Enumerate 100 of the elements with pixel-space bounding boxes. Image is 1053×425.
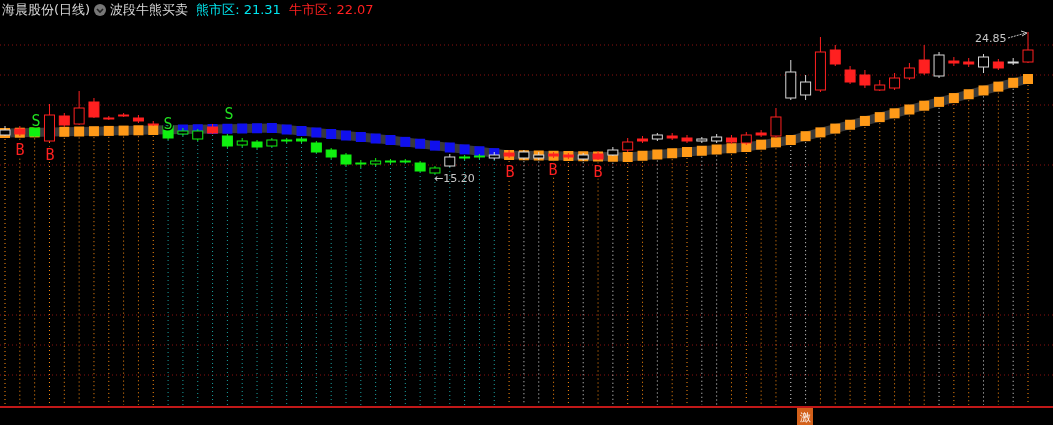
- candlestick: [414, 160, 426, 173]
- candlestick: [444, 153, 456, 168]
- band-block: [385, 135, 396, 145]
- candlestick: [429, 165, 441, 175]
- buy-signal: B: [548, 161, 558, 179]
- band-block: [266, 123, 277, 133]
- band-block: [667, 148, 678, 159]
- candlestick: [192, 128, 204, 142]
- band-block: [400, 136, 411, 147]
- band-block: [785, 135, 796, 145]
- band-block: [859, 115, 870, 126]
- sell-signal: S: [163, 115, 173, 133]
- candlestick: [73, 90, 85, 126]
- candlestick: [459, 154, 471, 161]
- band-block: [622, 152, 633, 162]
- band-block: [711, 144, 722, 155]
- band-block: [978, 85, 989, 96]
- candlestick: [948, 56, 960, 67]
- candlestick: [503, 149, 515, 159]
- candlestick: [251, 139, 263, 150]
- candlestick: [118, 112, 130, 118]
- candlestick: [355, 159, 367, 169]
- candlestick: [696, 136, 708, 144]
- band-block: [74, 126, 85, 137]
- buy-signal: B: [505, 163, 515, 181]
- band-block: [88, 126, 99, 137]
- arrow-icon: [1007, 30, 1028, 39]
- band-block: [59, 126, 70, 137]
- indicator-value: 牛市区: 22.07: [288, 1, 374, 19]
- band-block: [682, 147, 692, 157]
- band-block: [296, 126, 307, 136]
- band-block: [326, 129, 337, 139]
- band-block: [845, 119, 856, 130]
- band-block: [459, 144, 470, 155]
- candlestick: [577, 152, 589, 162]
- candlestick: [800, 74, 812, 101]
- candlestick: [903, 62, 915, 81]
- band-block: [370, 133, 381, 144]
- candlestick: [637, 135, 648, 144]
- band-block: [726, 143, 737, 154]
- candlestick: [770, 107, 782, 139]
- band-block: [311, 127, 322, 138]
- candlestick: [296, 136, 307, 144]
- candlestick: [103, 115, 115, 121]
- badge: 激: [797, 408, 813, 425]
- band-block: [281, 124, 292, 135]
- candlestick: [992, 58, 1004, 71]
- candlestick: [726, 134, 737, 145]
- buy-signal: B: [45, 146, 55, 164]
- candlestick: [236, 137, 248, 148]
- band-block: [904, 104, 915, 115]
- candlestick: [44, 103, 55, 143]
- candlestick: [666, 132, 678, 141]
- candlestick: [88, 97, 100, 119]
- candlestick: [132, 114, 144, 124]
- band-block: [874, 112, 885, 123]
- band-block: [355, 132, 366, 142]
- candlestick: [978, 53, 989, 74]
- candlestick: [889, 72, 901, 91]
- candlestick: [933, 51, 945, 79]
- band-block: [133, 125, 144, 136]
- candlestick: [562, 152, 574, 160]
- candlestick: [266, 137, 278, 148]
- candlestick: [755, 129, 767, 138]
- band-block: [341, 130, 351, 141]
- band-block: [118, 125, 129, 136]
- candlestick: [622, 137, 634, 153]
- band-block: [815, 127, 826, 138]
- band-block: [1008, 77, 1019, 88]
- candlestick: [340, 152, 352, 167]
- candlestick: [14, 125, 26, 137]
- band-block: [652, 149, 663, 160]
- band-block: [800, 131, 811, 142]
- candlestick: [829, 44, 841, 67]
- band-block: [993, 81, 1004, 92]
- stock-title: 海晨股份(日线): [2, 1, 91, 19]
- dropdown-icon[interactable]: [94, 4, 107, 16]
- candlestick: [207, 123, 219, 135]
- indicator-name: 波段牛熊买卖: [110, 1, 189, 19]
- candlestick: [399, 158, 411, 164]
- band-block: [889, 108, 900, 119]
- low-price-label: ←15.20: [434, 172, 475, 185]
- candlestick: [177, 127, 189, 137]
- candlestick: [681, 134, 693, 144]
- candlestick: [147, 120, 159, 127]
- buy-signal: B: [15, 141, 25, 159]
- candlestick: [281, 137, 293, 144]
- candlestick: [325, 147, 337, 160]
- band-block: [415, 138, 426, 149]
- band-block: [770, 137, 781, 148]
- band-block: [252, 123, 263, 134]
- band-block: [474, 146, 485, 157]
- candlestick: [473, 153, 485, 160]
- buy-signal: B: [593, 163, 603, 181]
- band-block: [830, 123, 841, 134]
- candlestick: [370, 157, 382, 167]
- candlestick: [814, 36, 826, 93]
- candlestick: [29, 125, 41, 138]
- band-block: [444, 142, 455, 153]
- candlestick: [58, 112, 70, 128]
